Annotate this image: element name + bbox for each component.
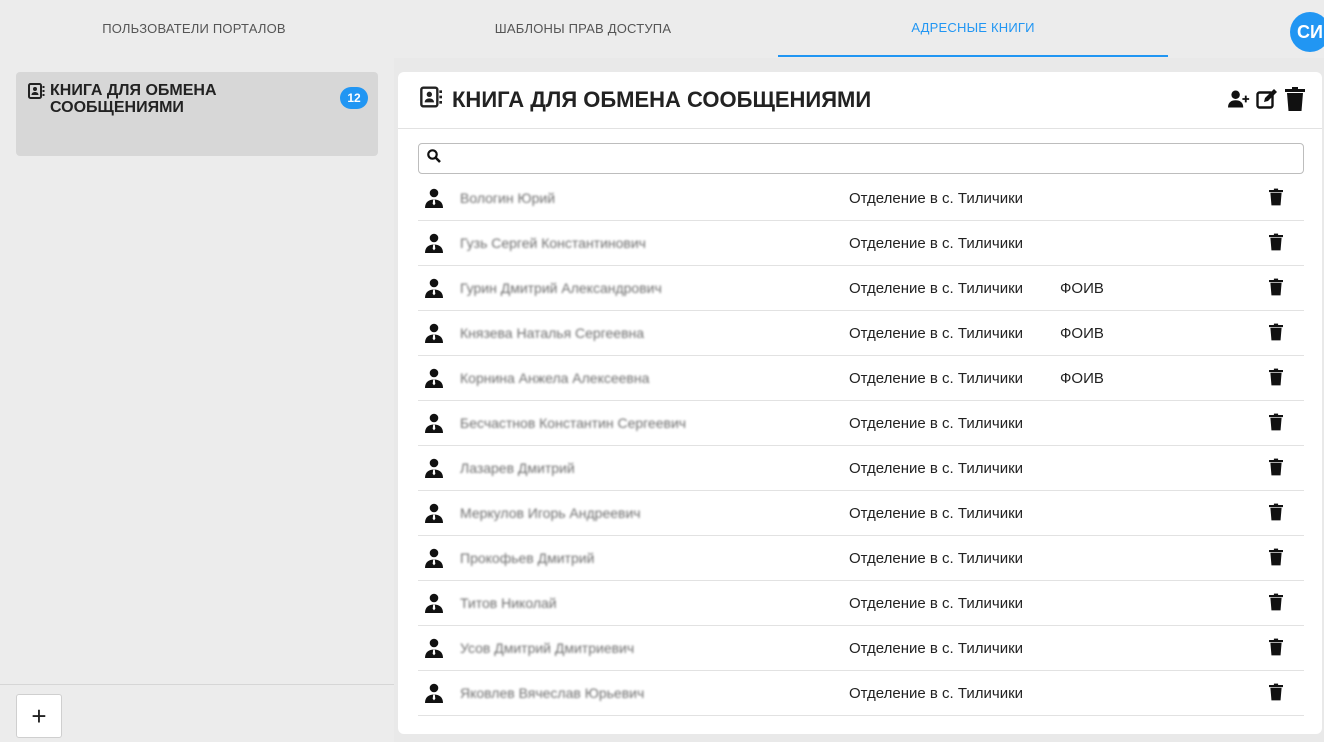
contact-count-badge: 12 bbox=[340, 87, 368, 109]
user-avatar[interactable]: СИ bbox=[1290, 12, 1324, 52]
table-row[interactable]: Бесчастнов Константин Сергеевич Отделение… bbox=[418, 401, 1304, 446]
contact-name: Яковлев Вячеслав Юрьевич bbox=[460, 685, 645, 701]
sidebar-item-message-book[interactable]: КНИГА ДЛЯ ОБМЕНА СООБЩЕНИЯМИ 12 bbox=[16, 72, 378, 156]
table-row[interactable]: Вологин Юрий Отделение в с. Тиличики bbox=[418, 176, 1304, 221]
contact-tag: ФОИВ bbox=[1060, 324, 1104, 342]
delete-contact-icon[interactable] bbox=[1269, 233, 1283, 256]
person-icon bbox=[424, 368, 444, 393]
table-row[interactable]: Усов Дмитрий Дмитриевич Отделение в с. Ти… bbox=[418, 626, 1304, 671]
header-actions bbox=[1228, 87, 1306, 111]
search-box bbox=[418, 143, 1304, 174]
sidebar-divider bbox=[0, 684, 394, 685]
contact-name: Усов Дмитрий Дмитриевич bbox=[460, 640, 635, 656]
person-icon bbox=[424, 233, 444, 258]
person-icon bbox=[424, 278, 444, 303]
delete-contact-icon[interactable] bbox=[1269, 683, 1283, 706]
contact-name: Вологин Юрий bbox=[460, 190, 556, 206]
contact-name: Титов Николай bbox=[460, 595, 557, 611]
search-icon bbox=[427, 149, 441, 168]
delete-contact-icon[interactable] bbox=[1269, 413, 1283, 436]
delete-contact-icon[interactable] bbox=[1269, 278, 1283, 301]
contact-department: Отделение в с. Тиличики bbox=[849, 504, 1024, 522]
delete-contact-icon[interactable] bbox=[1269, 593, 1283, 616]
contact-department: Отделение в с. Тиличики bbox=[849, 324, 1024, 342]
top-tab-bar: ПОЛЬЗОВАТЕЛИ ПОРТАЛОВ ШАБЛОНЫ ПРАВ ДОСТУ… bbox=[0, 0, 1324, 58]
table-row[interactable]: Меркулов Игорь Андреевич Отделение в с. Т… bbox=[418, 491, 1304, 536]
panel-header: КНИГА ДЛЯ ОБМЕНА СООБЩЕНИЯМИ bbox=[398, 72, 1322, 129]
person-icon bbox=[424, 323, 444, 348]
contact-department: Отделение в с. Тиличики bbox=[849, 459, 1024, 477]
delete-contact-icon[interactable] bbox=[1269, 368, 1283, 391]
contact-name: Корнина Анжела Алексеевна bbox=[460, 370, 650, 386]
table-row[interactable]: Гурин Дмитрий Александрович Отделение в с… bbox=[418, 266, 1304, 311]
contact-department: Отделение в с. Тиличики bbox=[849, 594, 1024, 612]
contact-name: Лазарев Дмитрий bbox=[460, 460, 575, 476]
person-icon bbox=[424, 683, 444, 708]
delete-contact-icon[interactable] bbox=[1269, 503, 1283, 526]
person-icon bbox=[424, 638, 444, 663]
address-book-icon bbox=[420, 86, 444, 114]
contact-department: Отделение в с. Тиличики bbox=[849, 189, 1024, 207]
table-row[interactable]: Титов Николай Отделение в с. Тиличики bbox=[418, 581, 1304, 626]
person-icon bbox=[424, 503, 444, 528]
contact-name: Гузь Сергей Константинович bbox=[460, 235, 646, 251]
contact-department: Отделение в с. Тиличики bbox=[849, 684, 1024, 702]
table-row[interactable]: Корнина Анжела Алексеевна Отделение в с. … bbox=[418, 356, 1304, 401]
contact-name: Прокофьев Дмитрий bbox=[460, 550, 595, 566]
table-row[interactable]: Гузь Сергей Константинович Отделение в с.… bbox=[418, 221, 1304, 266]
contact-department: Отделение в с. Тиличики bbox=[849, 639, 1024, 657]
tab-address-books[interactable]: АДРЕСНЫЕ КНИГИ bbox=[778, 0, 1168, 57]
contact-department: Отделение в с. Тиличики bbox=[849, 234, 1024, 252]
table-row[interactable]: Прокофьев Дмитрий Отделение в с. Тиличики bbox=[418, 536, 1304, 581]
delete-contact-icon[interactable] bbox=[1269, 323, 1283, 346]
table-row[interactable]: Князева Наталья Сергеевна Отделение в с. … bbox=[418, 311, 1304, 356]
person-icon bbox=[424, 593, 444, 618]
contact-department: Отделение в с. Тиличики bbox=[849, 279, 1024, 297]
tab-portal-users[interactable]: ПОЛЬЗОВАТЕЛИ ПОРТАЛОВ bbox=[0, 0, 388, 56]
tab-access-templates[interactable]: ШАБЛОНЫ ПРАВ ДОСТУПА bbox=[388, 0, 778, 56]
trash-icon[interactable] bbox=[1284, 87, 1306, 111]
person-icon bbox=[424, 458, 444, 483]
contact-tag: ФОИВ bbox=[1060, 369, 1104, 387]
contact-name: Князева Наталья Сергеевна bbox=[460, 325, 645, 341]
table-row[interactable]: Яковлев Вячеслав Юрьевич Отделение в с. Т… bbox=[418, 671, 1304, 716]
contact-department: Отделение в с. Тиличики bbox=[849, 414, 1024, 432]
table-row[interactable]: Лазарев Дмитрий Отделение в с. Тиличики bbox=[418, 446, 1304, 491]
contact-name: Бесчастнов Константин Сергеевич bbox=[460, 415, 687, 431]
add-book-button[interactable]: + bbox=[16, 694, 62, 738]
search-input[interactable] bbox=[447, 144, 1303, 173]
person-icon bbox=[424, 188, 444, 213]
contact-name: Гурин Дмитрий Александрович bbox=[460, 280, 662, 296]
delete-contact-icon[interactable] bbox=[1269, 188, 1283, 211]
page-title: КНИГА ДЛЯ ОБМЕНА СООБЩЕНИЯМИ bbox=[420, 86, 871, 114]
sidebar: КНИГА ДЛЯ ОБМЕНА СООБЩЕНИЯМИ 12 + bbox=[0, 58, 394, 742]
contact-list: Вологин Юрий Отделение в с. Тиличики Гузь … bbox=[418, 176, 1304, 716]
add-user-icon[interactable] bbox=[1228, 87, 1250, 111]
contact-name: Меркулов Игорь Андреевич bbox=[460, 505, 641, 521]
delete-contact-icon[interactable] bbox=[1269, 548, 1283, 571]
contact-tag: ФОИВ bbox=[1060, 279, 1104, 297]
address-book-panel: КНИГА ДЛЯ ОБМЕНА СООБЩЕНИЯМИ Вологин Юри… bbox=[398, 72, 1322, 734]
delete-contact-icon[interactable] bbox=[1269, 458, 1283, 481]
person-icon bbox=[424, 413, 444, 438]
delete-contact-icon[interactable] bbox=[1269, 638, 1283, 661]
sidebar-item-title: КНИГА ДЛЯ ОБМЕНА СООБЩЕНИЯМИ bbox=[28, 82, 318, 116]
contact-department: Отделение в с. Тиличики bbox=[849, 369, 1024, 387]
person-icon bbox=[424, 548, 444, 573]
edit-icon[interactable] bbox=[1256, 87, 1278, 111]
address-book-icon bbox=[28, 83, 46, 103]
contact-department: Отделение в с. Тиличики bbox=[849, 549, 1024, 567]
